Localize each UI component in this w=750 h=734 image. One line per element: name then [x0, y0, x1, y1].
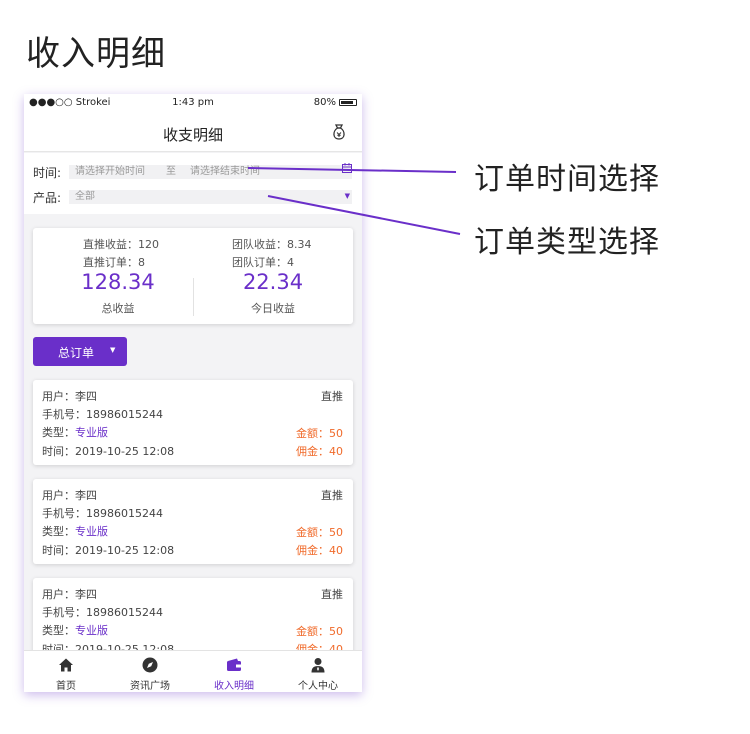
time-callout-line — [247, 167, 457, 173]
callout-time-select: 订单时间选择 — [474, 162, 660, 197]
type-callout-line — [267, 195, 461, 235]
callout-type-select: 订单类型选择 — [474, 225, 660, 260]
callout-lines — [247, 167, 461, 235]
